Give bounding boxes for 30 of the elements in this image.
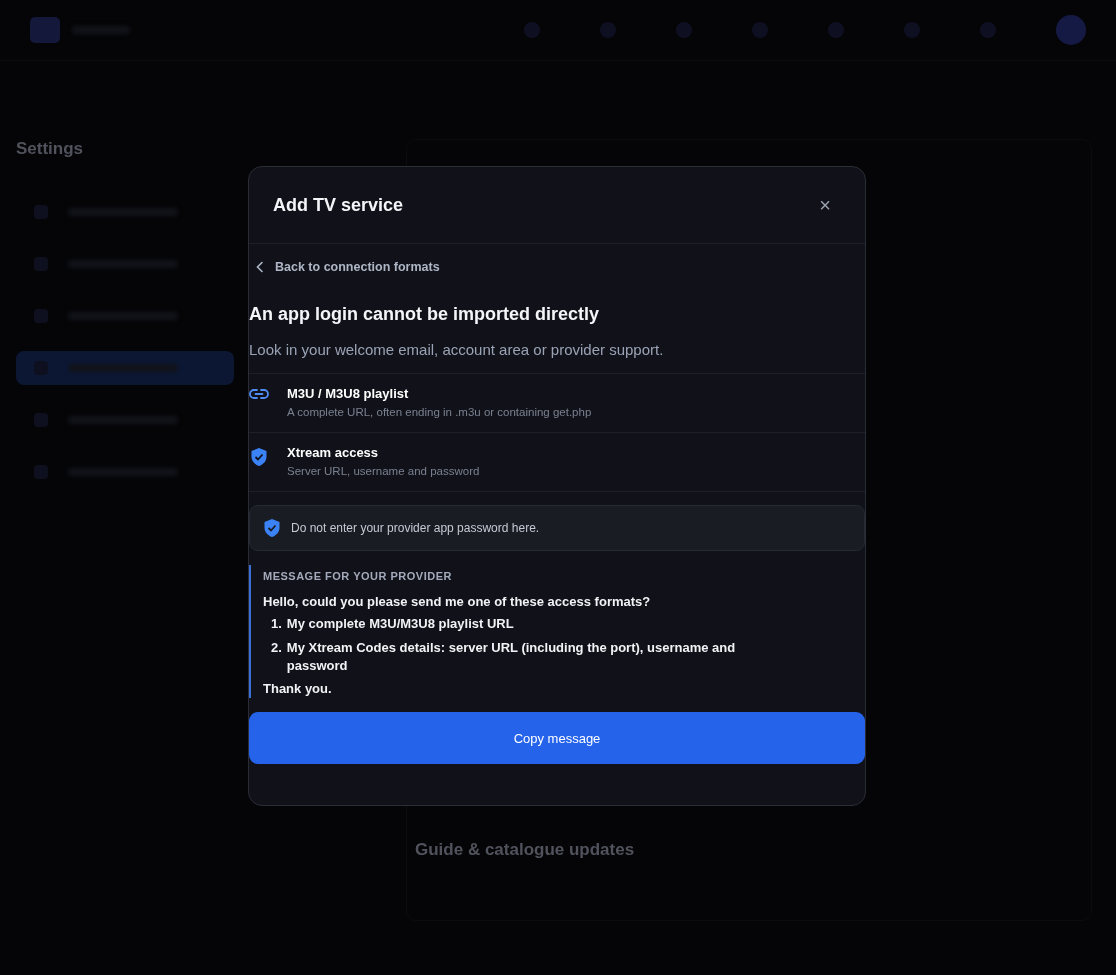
back-link[interactable]: Back to connection formats xyxy=(249,244,865,276)
nav-icon[interactable] xyxy=(524,22,540,38)
logo-icon xyxy=(30,17,60,43)
option-description: A complete URL, often ending in .m3u or containing get.php xyxy=(287,406,592,418)
option-title: M3U / M3U8 playlist xyxy=(287,386,410,401)
shield-check-icon xyxy=(263,518,281,538)
copy-message-button[interactable]: Copy message xyxy=(249,712,865,764)
nav-icon[interactable] xyxy=(676,22,692,38)
message-text: My Xtream Codes details: server URL (including the port), username and password xyxy=(286,639,737,675)
link-icon xyxy=(249,388,269,400)
sidebar-item[interactable] xyxy=(16,351,234,385)
nav-icon[interactable] xyxy=(600,22,616,38)
list-number: 1. xyxy=(271,615,282,633)
notice-text: Do not enter your provider app password here. xyxy=(291,521,540,535)
nav-icon[interactable] xyxy=(752,22,768,38)
message-label: MESSAGE FOR YOUR PROVIDER xyxy=(263,570,453,582)
subtitle: Look in your welcome email, account area or provider support. xyxy=(249,341,865,374)
dialog-title: Add TV service xyxy=(273,194,404,216)
option-description: Server URL, username and password xyxy=(287,465,480,477)
sidebar-title: Settings xyxy=(16,139,85,159)
avatar-icon[interactable] xyxy=(1056,15,1086,45)
message-text: My complete M3U/M3U8 playlist URL xyxy=(286,615,515,633)
message-text: Thank you. xyxy=(263,681,333,696)
section-heading: An app login cannot be imported directly xyxy=(249,304,601,325)
close-button[interactable]: × xyxy=(819,193,831,217)
list-number: 2. xyxy=(271,639,282,657)
section-heading: Guide & catalogue updates xyxy=(415,840,636,860)
option-title: Xtream access xyxy=(287,445,380,460)
message-text: Hello, could you please send me one of these access formats? xyxy=(263,594,652,609)
chevron-left-icon xyxy=(255,261,265,273)
